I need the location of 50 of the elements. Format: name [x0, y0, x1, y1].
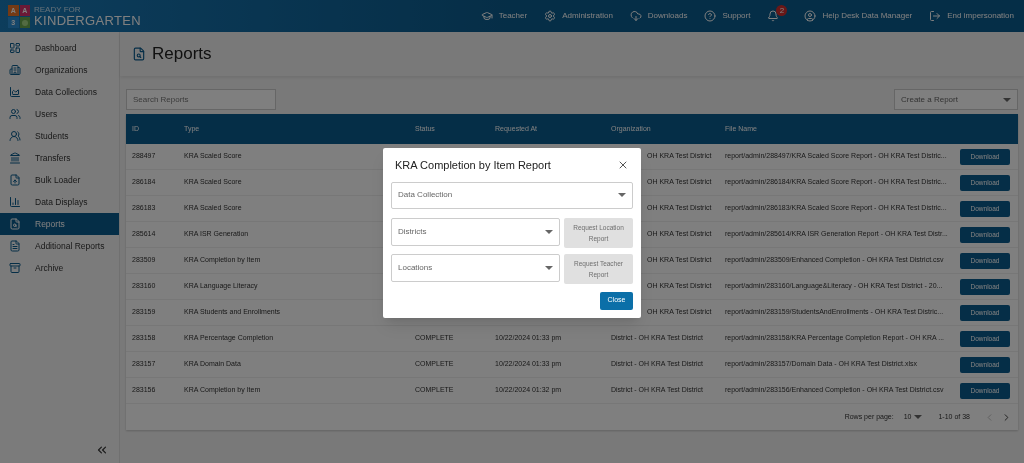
nav-link[interactable]: Support	[704, 10, 751, 22]
help-icon	[704, 10, 717, 22]
graduation-cap-icon	[480, 10, 493, 22]
users-icon	[9, 108, 21, 120]
caret-icon	[545, 265, 553, 270]
file-search-icon	[132, 47, 146, 61]
sidebar-item[interactable]: Users	[0, 103, 119, 125]
dashboard-icon	[9, 42, 21, 54]
sidebar-item[interactable]: Bulk Loader	[0, 169, 119, 191]
sidebar-item[interactable]: Reports	[0, 213, 119, 235]
dialog-title: KRA Completion by Item Report	[395, 158, 551, 173]
caret-icon	[914, 415, 923, 419]
notification-badge: 2	[776, 5, 788, 16]
building-icon	[9, 64, 21, 76]
sidebar-item[interactable]: Archive	[0, 257, 119, 279]
data-collection-select[interactable]: Data Collection	[391, 181, 633, 209]
user-icon	[804, 10, 817, 22]
caret-icon	[1003, 97, 1011, 102]
notification-button[interactable]	[767, 10, 780, 22]
sidebar-item[interactable]: Organizations	[0, 59, 119, 81]
logo-text: KINDERGARTEN	[34, 13, 141, 27]
sidebar-item[interactable]: Data Collections	[0, 81, 119, 103]
sidebar-item[interactable]: Data Displays	[0, 191, 119, 213]
sidebar-item[interactable]: Students	[0, 125, 119, 147]
nav-link[interactable]: End impersonation	[929, 10, 1014, 22]
people-icon	[9, 130, 21, 142]
bar-chart-icon	[9, 196, 21, 208]
sidebar-item[interactable]: Additional Reports	[0, 235, 119, 257]
bank-icon	[9, 152, 21, 164]
file-upload-icon	[9, 174, 21, 186]
sidebar-item[interactable]: Dashboard	[0, 37, 119, 59]
page-title: Reports	[152, 43, 212, 66]
nav-link[interactable]: Administration	[544, 10, 613, 22]
caret-icon	[545, 229, 553, 234]
nav-link[interactable]: Downloads	[629, 10, 688, 22]
sidebar-item[interactable]: Transfers	[0, 147, 119, 169]
nav-link[interactable]: Teacher	[480, 10, 528, 22]
settings-icon	[544, 10, 557, 22]
collapse-icon[interactable]	[95, 443, 109, 457]
file-search-icon	[9, 218, 21, 230]
logo-tagline: READY FOR	[34, 5, 82, 14]
caret-icon	[618, 193, 626, 197]
document-icon	[9, 240, 21, 252]
cloud-download-icon	[629, 10, 642, 22]
logout-icon	[929, 10, 942, 22]
area-chart-icon	[9, 86, 21, 98]
archive-icon	[9, 262, 21, 274]
create-report-dropdown[interactable]: Create a Report	[894, 89, 1018, 110]
nav-link[interactable]: Help Desk Data Manager	[804, 10, 913, 22]
bell-icon	[767, 10, 780, 22]
